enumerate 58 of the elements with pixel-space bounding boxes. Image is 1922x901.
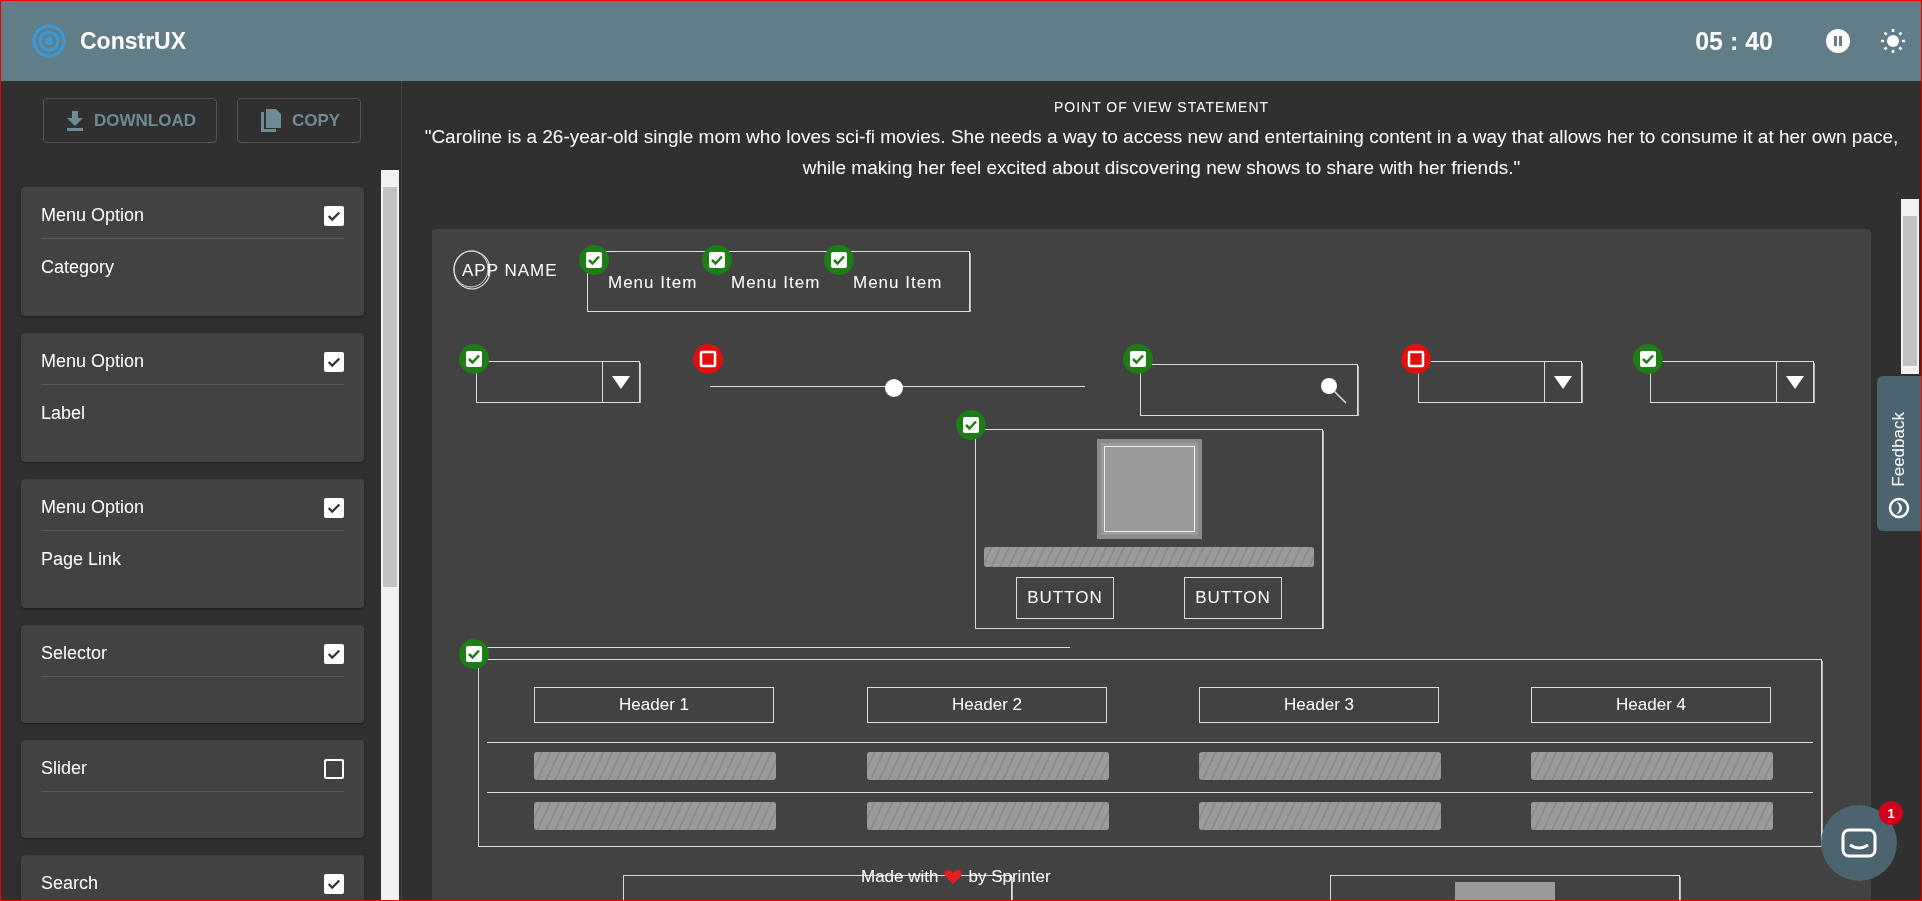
table-header: Header 4 xyxy=(1531,687,1771,723)
app-name: ConstrUX xyxy=(80,27,187,55)
chat-icon xyxy=(1841,828,1877,858)
table-header: Header 1 xyxy=(534,687,774,723)
scrollbar[interactable] xyxy=(1901,199,1919,374)
component-title: Slider xyxy=(41,758,88,779)
check-badge-icon[interactable] xyxy=(1123,344,1153,374)
component-subtitle: Page Link xyxy=(41,549,123,571)
unchecked-badge-icon[interactable] xyxy=(693,344,723,374)
check-badge-icon[interactable] xyxy=(824,245,854,275)
component-title: Menu Option xyxy=(41,205,145,226)
check-badge-icon[interactable] xyxy=(956,410,986,440)
notification-badge: 1 xyxy=(1879,801,1903,825)
triangle-down-icon xyxy=(1553,374,1573,390)
download-button[interactable]: DOWNLOAD xyxy=(43,98,217,143)
menu-item[interactable]: Menu Item xyxy=(608,273,698,293)
search-field-sketch[interactable] xyxy=(1140,364,1358,416)
app-name-label: APP NAME xyxy=(462,261,558,281)
check-badge-icon[interactable] xyxy=(702,245,732,275)
slider-sketch[interactable] xyxy=(710,379,1085,395)
pause-icon[interactable] xyxy=(1825,28,1851,54)
table-header: Header 3 xyxy=(1199,687,1439,723)
section-title: POINT OF VIEW STATEMENT xyxy=(1052,99,1271,115)
timer: 05 : 40 xyxy=(1695,26,1773,56)
component-subtitle: Label xyxy=(41,403,87,425)
copy-icon xyxy=(260,108,282,133)
menu-item[interactable]: Menu Item xyxy=(853,273,943,293)
check-badge-icon[interactable] xyxy=(459,344,489,374)
pov-statement: "Caroline is a 26-year-old single mom who loves sci-fi movies. She needs a way to access new and entertaining content in a way that allows her to consume it at her own pace, while making her feel excited about discovering new shows to share with her friends." xyxy=(423,125,1900,180)
checkbox[interactable] xyxy=(324,497,344,518)
sketch-button[interactable]: BUTTON xyxy=(1016,577,1114,619)
triangle-down-icon xyxy=(1785,374,1805,390)
check-badge-icon[interactable] xyxy=(579,245,609,275)
concentric-circles-logo-icon xyxy=(32,24,66,58)
table-header: Header 2 xyxy=(867,687,1107,723)
component-title: Search xyxy=(41,873,99,894)
component-title: Selector xyxy=(41,643,108,664)
feedback-tab[interactable]: Feedback xyxy=(1877,376,1921,531)
check-badge-icon[interactable] xyxy=(1633,344,1663,374)
component-title: Menu Option xyxy=(41,497,145,518)
sketch-button[interactable]: BUTTON xyxy=(1184,577,1282,619)
checkbox[interactable] xyxy=(324,873,344,894)
half-circle-icon xyxy=(1888,497,1910,519)
sun-icon[interactable] xyxy=(1879,27,1907,55)
checkbox[interactable] xyxy=(324,643,344,664)
checkbox[interactable] xyxy=(324,758,344,779)
menu-item[interactable]: Menu Item xyxy=(731,273,821,293)
heart-icon xyxy=(944,869,963,885)
unchecked-badge-icon[interactable] xyxy=(1401,344,1431,374)
component-title: Menu Option xyxy=(41,351,145,372)
copy-button[interactable]: COPY xyxy=(237,98,362,143)
checkbox[interactable] xyxy=(324,351,344,372)
checkbox[interactable] xyxy=(324,205,344,226)
download-icon xyxy=(66,110,84,131)
triangle-down-icon xyxy=(611,374,631,390)
scrollbar[interactable] xyxy=(381,170,399,900)
component-subtitle: Category xyxy=(41,257,116,279)
check-badge-icon[interactable] xyxy=(459,639,489,669)
